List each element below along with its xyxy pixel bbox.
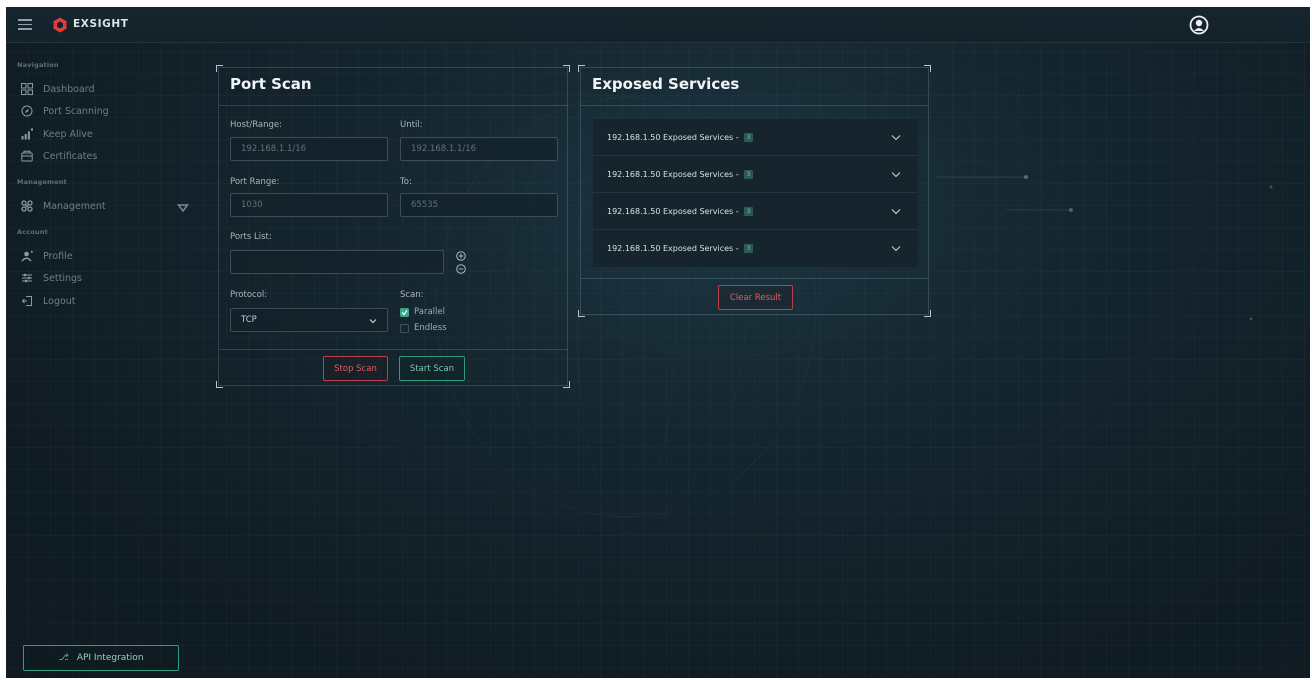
- service-row-label: 192.168.1.50 Exposed Services -: [607, 132, 739, 142]
- logout-icon: [20, 295, 33, 308]
- chevron-down-icon[interactable]: [177, 202, 189, 214]
- divider: [581, 105, 928, 106]
- brand-name: EXSIGHT: [73, 18, 129, 30]
- sidebar-item-label: Keep Alive: [43, 128, 93, 140]
- start-scan-button[interactable]: Start Scan: [399, 356, 465, 381]
- brand-logo-icon: [53, 17, 67, 33]
- signal-icon: [20, 128, 33, 141]
- sidebar-item-keep-alive[interactable]: Keep Alive: [20, 125, 190, 143]
- section-label-navigation: Navigation: [17, 61, 59, 69]
- divider: [219, 105, 567, 106]
- clear-result-button[interactable]: Clear Result: [718, 285, 793, 310]
- host-range-label: Host/Range:: [230, 120, 283, 130]
- to-input[interactable]: 65535: [400, 193, 558, 217]
- exposed-services-list: 192.168.1.50 Exposed Services - 3 192.16…: [593, 119, 918, 267]
- protocol-value: TCP: [241, 315, 257, 325]
- dashboard-icon: [20, 83, 33, 96]
- chevron-down-icon[interactable]: [891, 245, 901, 252]
- parallel-checkbox[interactable]: Parallel: [400, 307, 445, 317]
- count-badge: 3: [743, 244, 754, 253]
- sidebar-item-certificates[interactable]: Certificates: [20, 147, 190, 165]
- service-row-label: 192.168.1.50 Exposed Services -: [607, 244, 739, 253]
- sidebar-item-management[interactable]: Management: [20, 197, 190, 215]
- checkbox-unchecked-icon: [400, 323, 409, 333]
- sidebar-item-label: Port Scanning: [43, 105, 109, 117]
- until-input[interactable]: 192.168.1.1/16: [400, 137, 558, 161]
- profile-icon: [20, 250, 33, 263]
- endless-label: Endless: [414, 323, 447, 333]
- count-badge: 3: [743, 169, 754, 179]
- app-window: EXSIGHT Navigation Dashboard Port Scanni…: [6, 7, 1310, 678]
- ports-list-label: Ports List:: [230, 232, 272, 242]
- sidebar-item-logout[interactable]: Logout: [20, 292, 190, 310]
- until-label: Until:: [400, 120, 423, 130]
- list-item[interactable]: 192.168.1.50 Exposed Services - 3: [593, 193, 918, 230]
- sidebar-item-label: Logout: [43, 295, 76, 307]
- compass-icon: [20, 105, 33, 118]
- remove-port-icon[interactable]: [456, 264, 466, 274]
- checkbox-checked-icon: [400, 307, 409, 317]
- ports-list-input[interactable]: [230, 250, 444, 274]
- service-row-label: 192.168.1.50 Exposed Services -: [607, 169, 739, 179]
- exposed-services-title: Exposed Services: [592, 75, 740, 93]
- branch-icon: ⎇: [58, 653, 69, 663]
- count-badge: 3: [743, 206, 754, 216]
- sidebar-item-label: Dashboard: [43, 83, 95, 95]
- chevron-down-icon[interactable]: [891, 134, 901, 141]
- api-integration-label: API Integration: [76, 653, 144, 663]
- sidebar-item-dashboard[interactable]: Dashboard: [20, 80, 190, 98]
- protocol-label: Protocol:: [230, 290, 268, 300]
- sidebar-item-port-scanning[interactable]: Port Scanning: [20, 102, 190, 120]
- list-item[interactable]: 192.168.1.50 Exposed Services - 3: [593, 230, 918, 267]
- count-badge: 3: [743, 132, 754, 142]
- list-item[interactable]: 192.168.1.50 Exposed Services - 3: [593, 119, 918, 156]
- port-range-label: Port Range:: [230, 177, 280, 187]
- chevron-down-icon[interactable]: [891, 208, 901, 215]
- port-range-input[interactable]: 1030: [230, 193, 388, 217]
- scan-label: Scan:: [400, 290, 424, 300]
- user-avatar-icon[interactable]: [1189, 15, 1209, 35]
- add-port-icon[interactable]: [456, 251, 466, 261]
- sidebar-item-label: Profile: [43, 250, 73, 262]
- endless-checkbox[interactable]: Endless: [400, 323, 447, 333]
- service-row-label: 192.168.1.50 Exposed Services -: [607, 206, 739, 216]
- protocol-select[interactable]: TCP: [230, 308, 388, 332]
- settings-icon: [20, 272, 33, 285]
- chevron-down-icon[interactable]: [891, 171, 901, 178]
- management-icon: [20, 200, 33, 213]
- section-label-account: Account: [17, 228, 48, 236]
- chevron-down-icon: [369, 319, 377, 324]
- sidebar-item-label: Certificates: [43, 150, 98, 162]
- certificate-icon: [20, 150, 33, 163]
- sidebar: Navigation Dashboard Port Scanning Keep …: [6, 43, 196, 678]
- divider: [581, 278, 928, 279]
- menu-icon[interactable]: [18, 19, 32, 30]
- port-scan-panel: Port Scan Host/Range: 192.168.1.1/16 Unt…: [216, 65, 570, 388]
- sidebar-item-settings[interactable]: Settings: [20, 269, 190, 287]
- port-scan-title: Port Scan: [230, 75, 312, 93]
- sidebar-item-profile[interactable]: Profile: [20, 247, 190, 265]
- sidebar-item-label: Settings: [43, 272, 82, 284]
- top-bar: EXSIGHT: [6, 7, 1310, 43]
- section-label-management: Management: [17, 178, 67, 186]
- parallel-label: Parallel: [414, 307, 445, 317]
- list-item[interactable]: 192.168.1.50 Exposed Services - 3: [593, 156, 918, 193]
- divider: [219, 349, 567, 350]
- sidebar-item-label: Management: [43, 200, 106, 212]
- stop-scan-button[interactable]: Stop Scan: [323, 356, 388, 381]
- to-label: To:: [400, 177, 412, 187]
- api-integration-button[interactable]: ⎇ API Integration: [23, 645, 179, 671]
- exposed-services-panel: Exposed Services 192.168.1.50 Exposed Se…: [578, 65, 931, 317]
- host-range-input[interactable]: 192.168.1.1/16: [230, 137, 388, 161]
